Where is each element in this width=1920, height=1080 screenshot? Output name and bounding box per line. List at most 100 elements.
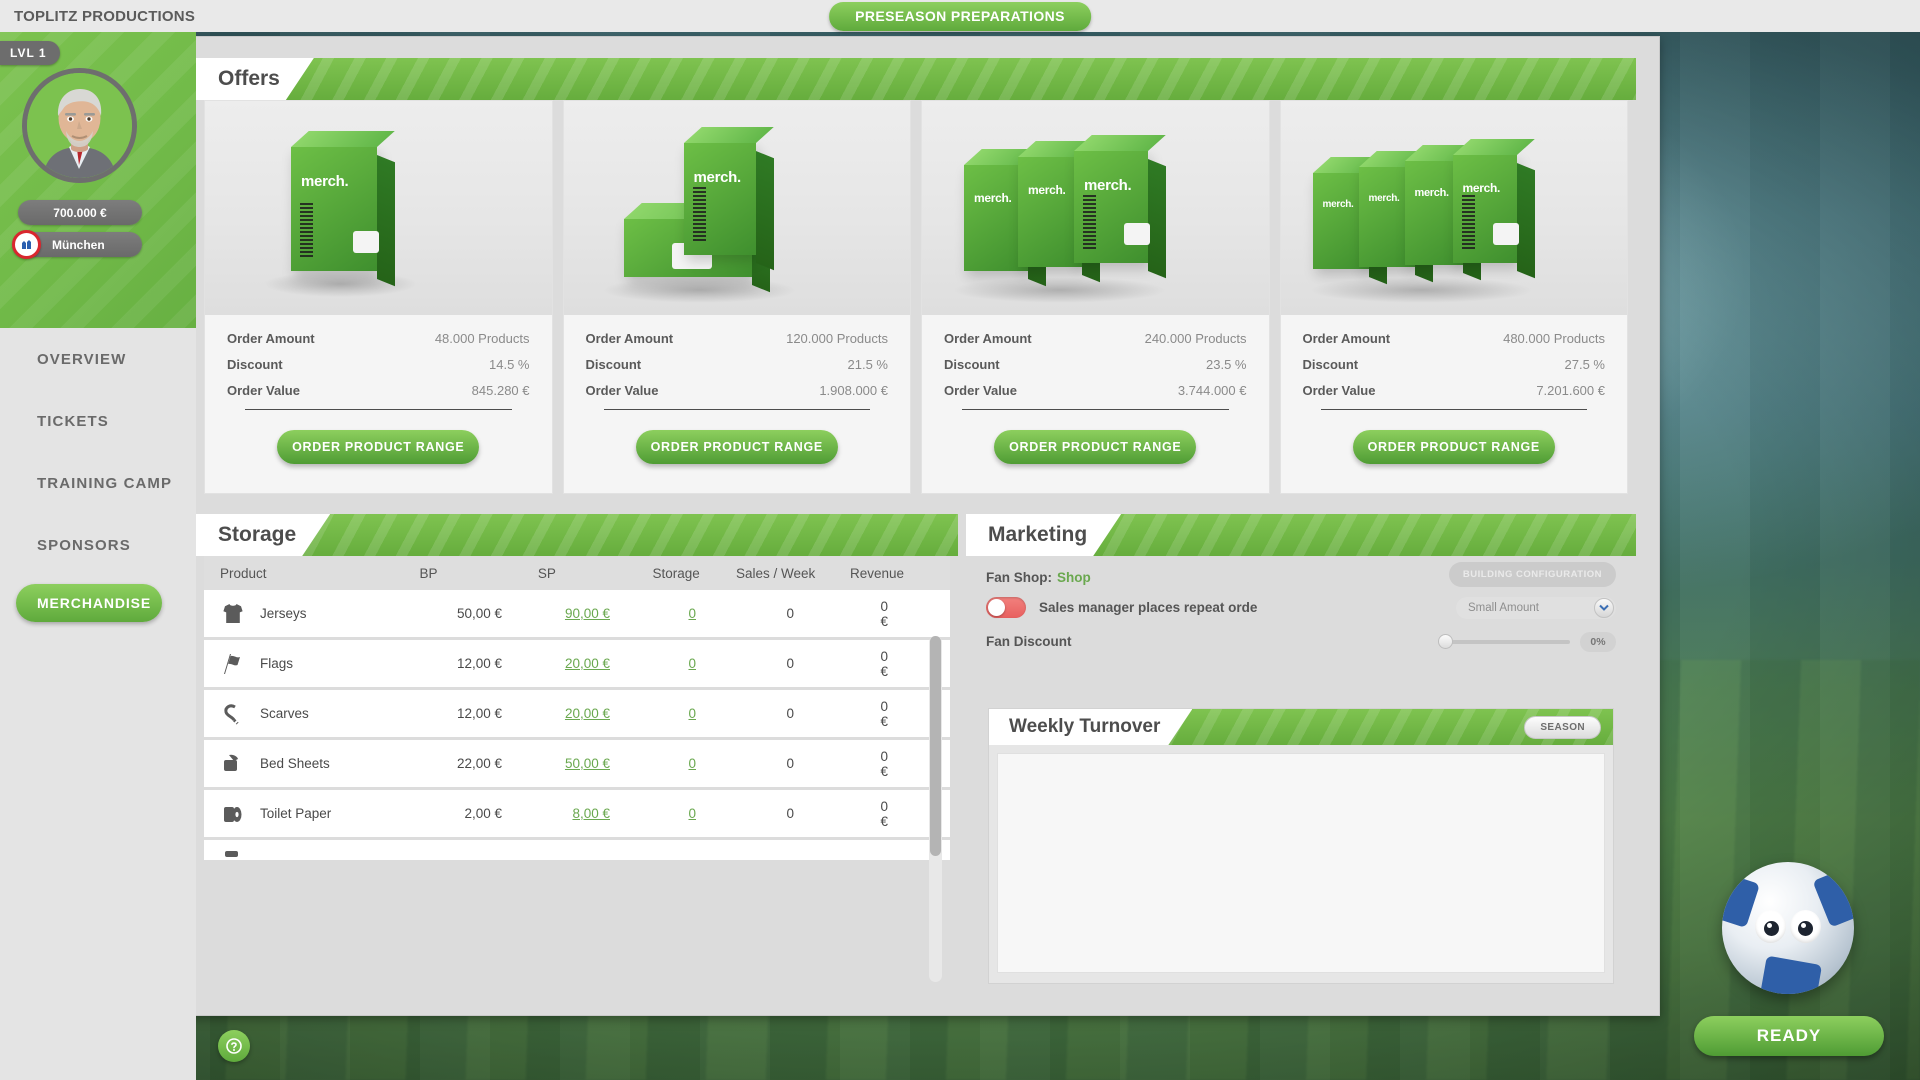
merch-box-art: merch.	[205, 101, 552, 315]
offer-stat-order-amount: Order Amount 48.000 Products	[227, 331, 530, 346]
table-row[interactable]: Bed Sheets 22,00 € 50,00 € 0 0 0 €	[204, 740, 950, 787]
table-row[interactable]: Flags 12,00 € 20,00 € 0 0 0 €	[204, 640, 950, 687]
stat-value: 14.5 %	[489, 357, 529, 372]
cell-revenue: 0 €	[870, 699, 934, 729]
marketing-title: Marketing	[966, 514, 1121, 556]
fan-discount-slider[interactable]	[1445, 640, 1570, 644]
merch-box-art: merch. merch. merch.	[922, 101, 1269, 315]
offer-card: merch. merch. merch.	[921, 100, 1270, 494]
manager-avatar[interactable]	[22, 68, 137, 183]
cell-sales-week: 0	[740, 656, 870, 671]
cell-sp: 20,00 €	[530, 706, 648, 721]
storage-link[interactable]: 0	[688, 806, 696, 821]
sp-link[interactable]: 20,00 €	[565, 706, 610, 721]
table-row[interactable]	[204, 840, 950, 860]
merch-box-art: merch. merch. merch. merch.	[1281, 101, 1628, 315]
weekly-turnover-chart	[997, 753, 1605, 973]
stat-value: 240.000 Products	[1145, 331, 1247, 346]
offers-panel: Offers merch. Order	[196, 58, 1636, 502]
stat-value: 23.5 %	[1206, 357, 1246, 372]
order-amount-select[interactable]: Small Amount	[1456, 597, 1616, 619]
scrollbar-thumb[interactable]	[930, 636, 941, 856]
sp-link[interactable]: 90,00 €	[565, 606, 610, 621]
sp-link[interactable]: 50,00 €	[565, 756, 610, 771]
cell-revenue: 0 €	[870, 799, 934, 829]
order-product-range-button[interactable]: ORDER PRODUCT RANGE	[994, 430, 1196, 464]
stat-label: Order Amount	[586, 331, 674, 346]
sidebar-item-merchandise[interactable]: MERCHANDISE	[16, 584, 162, 622]
chevron-down-icon[interactable]	[1594, 598, 1614, 618]
stat-label: Discount	[944, 357, 1000, 372]
order-product-range-button[interactable]: ORDER PRODUCT RANGE	[1353, 430, 1555, 464]
stat-value: 120.000 Products	[786, 331, 888, 346]
stat-label: Discount	[1303, 357, 1359, 372]
sidebar-profile: LVL 1	[0, 32, 196, 328]
table-header-row: Product BP SP Storage Sales / Week Reven…	[204, 556, 950, 590]
cell-storage: 0	[648, 656, 740, 671]
toiletpaper-icon	[220, 801, 246, 827]
offer-stat-order-amount: Order Amount 240.000 Products	[944, 331, 1247, 346]
storage-link[interactable]: 0	[688, 656, 696, 671]
order-product-range-button[interactable]: ORDER PRODUCT RANGE	[277, 430, 479, 464]
cell-storage: 0	[648, 706, 740, 721]
row-product	[220, 837, 412, 863]
storage-table: Product BP SP Storage Sales / Week Reven…	[204, 556, 950, 996]
stat-value: 1.908.000 €	[819, 383, 888, 398]
stat-value: 21.5 %	[848, 357, 888, 372]
offer-stat-discount: Discount 23.5 %	[944, 357, 1247, 372]
cell-bp: 50,00 €	[412, 606, 530, 621]
stat-value: 27.5 %	[1565, 357, 1605, 372]
season-toggle-button[interactable]: SEASON	[1524, 716, 1601, 739]
order-amount-value: Small Amount	[1468, 602, 1539, 614]
cell-sales-week: 0	[740, 706, 870, 721]
table-row[interactable]: Jerseys 50,00 € 90,00 € 0 0 0 €	[204, 590, 950, 637]
sidebar-menu: OVERVIEW TICKETS TRAINING CAMP SPONSORS …	[0, 328, 196, 1080]
merch-box-label: merch.	[1028, 183, 1066, 197]
ready-button[interactable]: READY	[1694, 1016, 1884, 1056]
sidebar-item-overview[interactable]: OVERVIEW	[0, 328, 196, 390]
top-bar: TOPLITZ PRODUCTIONS PRESEASON PREPARATIO…	[0, 0, 1920, 32]
help-button[interactable]	[218, 1030, 250, 1062]
cell-sales-week: 0	[740, 806, 870, 821]
assistant-ball-avatar[interactable]	[1722, 862, 1854, 994]
stat-label: Order Value	[227, 383, 300, 398]
table-row[interactable]: Toilet Paper 2,00 € 8,00 € 0 0 0 €	[204, 790, 950, 837]
column-header-bp: BP	[405, 566, 519, 581]
ready-widget: READY	[1694, 862, 1884, 1062]
sidebar-item-training-camp[interactable]: TRAINING CAMP	[0, 452, 196, 514]
table-row[interactable]: Scarves 12,00 € 20,00 € 0 0 0 €	[204, 690, 950, 737]
sidebar: LVL 1	[0, 32, 196, 1080]
product-name: Jerseys	[260, 606, 307, 621]
cell-sales-week: 0	[740, 756, 870, 771]
offer-stats: Order Amount 120.000 Products Discount 2…	[564, 315, 911, 410]
storage-link[interactable]: 0	[688, 706, 696, 721]
order-product-range-button[interactable]: ORDER PRODUCT RANGE	[636, 430, 838, 464]
manager-portrait-icon	[27, 73, 132, 178]
weekly-turnover-panel: Weekly Turnover SEASON	[988, 708, 1614, 984]
repeat-order-toggle[interactable]	[986, 597, 1026, 618]
cell-storage: 0	[648, 606, 740, 621]
offer-image: merch.	[205, 101, 552, 315]
storage-link[interactable]: 0	[688, 756, 696, 771]
fan-discount-label: Fan Discount	[986, 634, 1072, 649]
merch-box-label: merch.	[301, 173, 348, 190]
storage-link[interactable]: 0	[688, 606, 696, 621]
column-header-product: Product	[220, 566, 405, 581]
money-display: 700.000 €	[18, 200, 142, 225]
offer-image: merch.	[564, 101, 911, 315]
sp-link[interactable]: 20,00 €	[565, 656, 610, 671]
sidebar-item-sponsors[interactable]: SPONSORS	[0, 514, 196, 576]
building-configuration-button[interactable]: BUILDING CONFIGURATION	[1449, 562, 1616, 587]
sidebar-item-tickets[interactable]: TICKETS	[0, 390, 196, 452]
storage-scrollbar[interactable]	[929, 636, 942, 982]
fan-discount-value: 0%	[1580, 632, 1616, 652]
merch-box-label: merch.	[694, 169, 741, 186]
slider-knob[interactable]	[1438, 634, 1453, 649]
club-crest-icon	[12, 230, 41, 259]
marketing-body: Fan Shop: Shop BUILDING CONFIGURATION Sa…	[974, 556, 1628, 996]
cell-storage: 0	[648, 806, 740, 821]
sp-link[interactable]: 8,00 €	[572, 806, 610, 821]
fan-shop-value: Shop	[1057, 570, 1091, 585]
row-product: Bed Sheets	[220, 751, 412, 777]
product-name: Scarves	[260, 706, 309, 721]
